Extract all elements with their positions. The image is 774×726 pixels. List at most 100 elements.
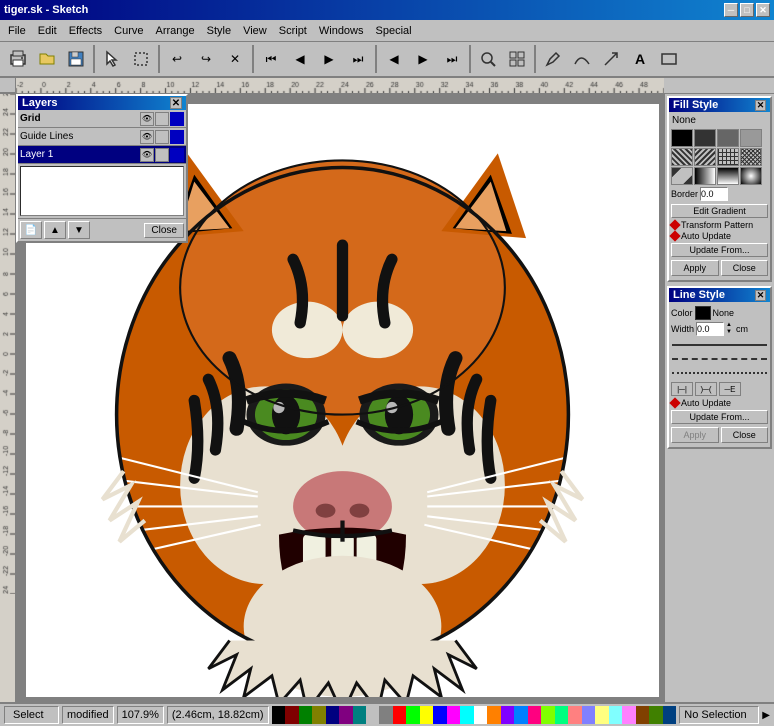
palette-color[interactable]	[406, 706, 419, 724]
layer1-eye-icon[interactable]: 👁	[140, 148, 154, 162]
end-flat[interactable]: |─|	[671, 382, 693, 396]
fill-apply-btn[interactable]: Apply	[671, 260, 719, 276]
swatch-cross2[interactable]	[740, 148, 762, 166]
palette-color[interactable]	[447, 706, 460, 724]
layers-close-btn[interactable]: Close	[144, 223, 184, 238]
palette-color[interactable]	[393, 706, 406, 724]
last-tool[interactable]: ⏭	[344, 45, 372, 73]
swatch-dark[interactable]	[694, 129, 716, 147]
palette-color[interactable]	[379, 706, 392, 724]
palette-color[interactable]	[433, 706, 446, 724]
layer1-lock-icon[interactable]	[155, 148, 169, 162]
undo-tool[interactable]: ↩	[163, 45, 191, 73]
palette-color[interactable]	[568, 706, 581, 724]
menu-curve[interactable]: Curve	[108, 23, 149, 39]
swatch-diag2[interactable]	[694, 148, 716, 166]
swatch-mid[interactable]	[717, 129, 739, 147]
fill-close-btn[interactable]: ✕	[755, 100, 766, 111]
guide-eye-icon[interactable]: 👁	[140, 130, 154, 144]
line-width-spinner[interactable]: ▲ ▼	[726, 322, 734, 336]
palette-color[interactable]	[541, 706, 554, 724]
palette-color[interactable]	[595, 706, 608, 724]
palette-color[interactable]	[285, 706, 298, 724]
palette-color[interactable]	[582, 706, 595, 724]
menu-edit[interactable]: Edit	[32, 23, 63, 39]
first-tool[interactable]: ⏮	[257, 45, 285, 73]
palette-color[interactable]	[420, 706, 433, 724]
guide-lock-icon[interactable]	[155, 130, 169, 144]
palette-color[interactable]	[272, 706, 285, 724]
palette-color[interactable]	[460, 706, 473, 724]
palette-color[interactable]	[636, 706, 649, 724]
swatch-diag1[interactable]	[671, 148, 693, 166]
edit-gradient-btn[interactable]: Edit Gradient	[671, 204, 768, 218]
layer-up-btn[interactable]: ▲	[44, 221, 66, 239]
palette-color[interactable]	[555, 706, 568, 724]
menu-view[interactable]: View	[237, 23, 273, 39]
save-tool[interactable]	[62, 45, 90, 73]
maximize-button[interactable]: □	[740, 3, 754, 17]
swatch-cross1[interactable]	[717, 148, 739, 166]
arrow-tool[interactable]	[597, 45, 625, 73]
palette-color[interactable]	[622, 706, 635, 724]
close-window-button[interactable]: ✕	[756, 3, 770, 17]
new-layer-btn[interactable]: 📄	[20, 221, 42, 239]
rect-tool[interactable]	[655, 45, 683, 73]
menu-windows[interactable]: Windows	[313, 23, 370, 39]
next2-tool[interactable]: ▶	[409, 45, 437, 73]
fill-none-option[interactable]: None	[671, 114, 768, 127]
line-color-swatch[interactable]	[695, 306, 711, 320]
palette-color[interactable]	[609, 706, 622, 724]
palette-color[interactable]	[663, 706, 676, 724]
menu-arrange[interactable]: Arrange	[149, 23, 200, 39]
palette-color[interactable]	[326, 706, 339, 724]
border-input[interactable]	[700, 187, 728, 201]
menu-file[interactable]: File	[2, 23, 32, 39]
minimize-button[interactable]: ─	[724, 3, 738, 17]
line-dotted[interactable]	[671, 366, 768, 380]
last2-tool[interactable]: ⏭	[438, 45, 466, 73]
swatch-grad3[interactable]	[717, 167, 739, 185]
palette-color[interactable]	[339, 706, 352, 724]
menu-script[interactable]: Script	[273, 23, 313, 39]
menu-style[interactable]: Style	[201, 23, 237, 39]
grid-lock-icon[interactable]	[155, 112, 169, 126]
prev2-tool[interactable]: ◀	[380, 45, 408, 73]
palette-color[interactable]	[299, 706, 312, 724]
grid-tool[interactable]	[503, 45, 531, 73]
fill-update-from-btn[interactable]: Update From...	[671, 243, 768, 257]
next-tool[interactable]: ▶	[315, 45, 343, 73]
swatch-black[interactable]	[671, 129, 693, 147]
layers-close-x[interactable]: ✕	[170, 97, 182, 109]
palette-color[interactable]	[353, 706, 366, 724]
curve-tool[interactable]	[568, 45, 596, 73]
end-arrow[interactable]: ─E	[719, 382, 741, 396]
fill-close-btn2[interactable]: Close	[721, 260, 769, 276]
end-round[interactable]: )─(	[695, 382, 717, 396]
open-tool[interactable]	[33, 45, 61, 73]
layer-1[interactable]: Layer 1 👁	[18, 146, 186, 164]
layer-down-btn[interactable]: ▼	[68, 221, 90, 239]
line-apply-btn[interactable]: Apply	[671, 427, 719, 443]
redo-tool[interactable]: ↪	[192, 45, 220, 73]
palette-color[interactable]	[514, 706, 527, 724]
swatch-light[interactable]	[740, 129, 762, 147]
prev-tool[interactable]: ◀	[286, 45, 314, 73]
line-solid[interactable]	[671, 338, 768, 352]
grid-eye-icon[interactable]: 👁	[140, 112, 154, 126]
palette-color[interactable]	[474, 706, 487, 724]
palette-color[interactable]	[649, 706, 662, 724]
line-close-btn[interactable]: ✕	[755, 290, 766, 301]
text-tool[interactable]: A	[626, 45, 654, 73]
zoom-tool[interactable]	[474, 45, 502, 73]
palette-color[interactable]	[366, 706, 379, 724]
menu-effects[interactable]: Effects	[63, 23, 108, 39]
palette-scroll-right[interactable]: ▶	[762, 710, 770, 721]
delete-tool[interactable]: ✕	[221, 45, 249, 73]
print-tool[interactable]	[4, 45, 32, 73]
menu-special[interactable]: Special	[370, 23, 418, 39]
line-update-from-btn[interactable]: Update From...	[671, 410, 768, 424]
select-tool[interactable]	[98, 45, 126, 73]
line-dashed[interactable]	[671, 352, 768, 366]
palette-color[interactable]	[528, 706, 541, 724]
